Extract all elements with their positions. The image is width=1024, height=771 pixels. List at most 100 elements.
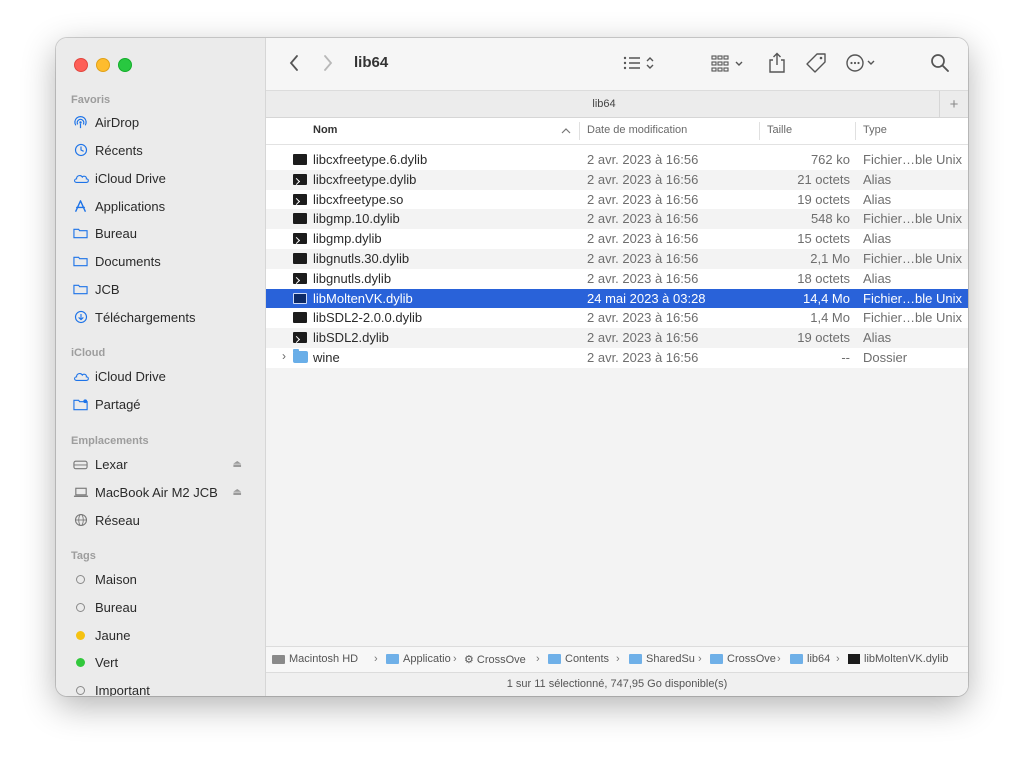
- sidebar-item-label: Jaune: [95, 627, 131, 643]
- file-row[interactable]: libSDL2.dylib 2 avr. 2023 à 16:56 19 octet…: [266, 328, 968, 348]
- path-separator: ›: [836, 653, 840, 665]
- airdrop-icon: [72, 114, 89, 131]
- file-row[interactable]: libgmp.dylib 2 avr. 2023 à 16:56 15 octets…: [266, 229, 968, 249]
- sidebar-section-favorites: Favoris: [71, 94, 111, 106]
- sidebar-item-icloud-drive-2[interactable]: iCloud Drive: [72, 364, 252, 388]
- tag-dot-icon: [76, 630, 85, 640]
- finder-window: Favoris AirDrop Récents iCloud Drive App…: [56, 38, 968, 696]
- sidebar-item-macbook[interactable]: MacBook Air M2 JCB ⏏: [72, 480, 252, 504]
- file-size: 2,1 Mo: [810, 250, 850, 266]
- toolbar: lib64: [266, 38, 968, 90]
- sidebar-item-airdrop[interactable]: AirDrop: [72, 110, 252, 134]
- path-item-label: Applicatio: [403, 653, 451, 665]
- sidebar-item-bureau[interactable]: Bureau: [72, 221, 252, 245]
- sidebar-item-jcb[interactable]: JCB: [72, 277, 252, 301]
- minimize-button[interactable]: [96, 58, 110, 72]
- path-item-label: libMoltenVK.dylib: [864, 653, 949, 665]
- path-item[interactable]: SharedSu: [629, 653, 695, 665]
- zoom-button[interactable]: [118, 58, 132, 72]
- laptop-icon: [72, 484, 89, 501]
- tab-bar: lib64 +: [266, 90, 968, 118]
- file-name: libcxfreetype.so: [313, 191, 404, 207]
- sidebar-item-lexar[interactable]: Lexar ⏏: [72, 452, 252, 476]
- file-name: libSDL2.dylib: [313, 330, 389, 346]
- forward-button[interactable]: [318, 52, 338, 74]
- path-separator: ›: [698, 653, 702, 665]
- disclosure-triangle-icon[interactable]: ›: [282, 349, 286, 363]
- file-kind: Fichier…ble Unix: [863, 211, 962, 227]
- empty-row: [266, 526, 968, 547]
- new-tab-button[interactable]: +: [939, 91, 968, 118]
- sidebar-item-label: Important: [95, 682, 150, 697]
- tab-lib64[interactable]: lib64: [266, 98, 942, 110]
- eject-icon[interactable]: ⏏: [233, 459, 242, 470]
- tag-button[interactable]: [804, 51, 828, 75]
- folder-icon: [548, 654, 561, 664]
- path-item[interactable]: Contents: [548, 653, 609, 665]
- sidebar-tag-maison[interactable]: Maison: [72, 567, 252, 591]
- sidebar-item-label: Lexar: [95, 456, 128, 472]
- path-item-label: Contents: [565, 653, 610, 665]
- sidebar-tag-jaune[interactable]: Jaune: [72, 623, 252, 647]
- file-kind: Alias: [863, 171, 892, 187]
- share-button[interactable]: [766, 50, 788, 76]
- view-mode-button[interactable]: [621, 52, 661, 74]
- sidebar-item-reseau[interactable]: Réseau: [72, 508, 252, 532]
- file-row[interactable]: libcxfreetype.6.dylib 2 avr. 2023 à 16:56…: [266, 150, 968, 170]
- list-view-icon: [623, 56, 654, 70]
- column-header-name[interactable]: Nom: [313, 124, 337, 136]
- sidebar-item-label: Téléchargements: [95, 309, 196, 325]
- file-row[interactable]: › wine 2 avr. 2023 à 16:56 -- Dossier: [266, 348, 968, 368]
- group-button[interactable]: [710, 52, 750, 74]
- empty-stripes: [266, 368, 968, 646]
- shared-folder-icon: [72, 396, 89, 413]
- sidebar-item-label: Maison: [95, 571, 137, 587]
- file-row[interactable]: libgmp.10.dylib 2 avr. 2023 à 16:56 548 ko…: [266, 209, 968, 230]
- sidebar-item-applications[interactable]: Applications: [72, 194, 252, 218]
- file-kind: Fichier…ble Unix: [863, 310, 962, 326]
- file-name: libMoltenVK.dylib: [313, 290, 413, 306]
- file-size: 762 ko: [810, 152, 850, 167]
- alias-file-icon: [293, 332, 307, 344]
- path-item[interactable]: CrossOve: [710, 653, 776, 665]
- file-date: 2 avr. 2023 à 16:56: [587, 171, 699, 187]
- sidebar-item-icloud-drive[interactable]: iCloud Drive: [72, 166, 252, 190]
- close-button[interactable]: [74, 58, 88, 72]
- path-item[interactable]: lib64: [790, 653, 830, 665]
- sidebar-item-recents[interactable]: Récents: [72, 138, 252, 162]
- path-item[interactable]: ⚙ CrossOve: [464, 653, 526, 667]
- chevron-right-icon: [324, 55, 333, 71]
- more-actions-button[interactable]: [844, 51, 884, 75]
- empty-row: [266, 466, 968, 487]
- sidebar-item-telechargements[interactable]: Téléchargements: [72, 305, 252, 329]
- file-row[interactable]: libgnutls.30.dylib 2 avr. 2023 à 16:56 2,1…: [266, 248, 968, 269]
- sidebar-section-locations: Emplacements: [71, 435, 149, 447]
- empty-row: [266, 407, 968, 428]
- eject-icon[interactable]: ⏏: [233, 487, 242, 498]
- sidebar-tag-bureau[interactable]: Bureau: [72, 595, 252, 619]
- file-size: 18 octets: [797, 270, 850, 286]
- folder-icon: [386, 654, 399, 664]
- file-row[interactable]: libcxfreetype.dylib 2 avr. 2023 à 16:56 21…: [266, 169, 968, 190]
- file-row[interactable]: libgnutls.dylib 2 avr. 2023 à 16:56 18 oct…: [266, 269, 968, 289]
- sidebar-tag-important[interactable]: Important: [72, 678, 252, 696]
- file-row[interactable]: libMoltenVK.dylib 24 mai 2023 à 03:28 14,4…: [266, 288, 968, 309]
- column-header-size[interactable]: Taille: [767, 124, 792, 136]
- back-button[interactable]: [284, 52, 304, 74]
- sidebar-item-label: Applications: [95, 198, 166, 214]
- file-row[interactable]: libcxfreetype.so 2 avr. 2023 à 16:56 19 oc…: [266, 190, 968, 210]
- path-item[interactable]: Macintosh HD: [272, 653, 358, 665]
- column-header-kind[interactable]: Type: [863, 124, 887, 136]
- sort-ascending-icon: [561, 128, 571, 134]
- search-button[interactable]: [928, 51, 952, 75]
- sidebar-item-documents[interactable]: Documents: [72, 249, 252, 273]
- file-row[interactable]: libSDL2-2.0.0.dylib 2 avr. 2023 à 16:56 1,…: [266, 308, 968, 328]
- column-header-date[interactable]: Date de modification: [587, 124, 687, 136]
- path-item[interactable]: Applicatio: [386, 653, 451, 665]
- file-date: 2 avr. 2023 à 16:56: [587, 211, 699, 227]
- executable-file-icon: [293, 154, 307, 165]
- file-name: libSDL2-2.0.0.dylib: [313, 310, 423, 326]
- path-item[interactable]: libMoltenVK.dylib: [848, 653, 948, 665]
- sidebar-tag-vert[interactable]: Vert: [72, 650, 252, 674]
- sidebar-item-partage[interactable]: Partagé: [72, 392, 252, 416]
